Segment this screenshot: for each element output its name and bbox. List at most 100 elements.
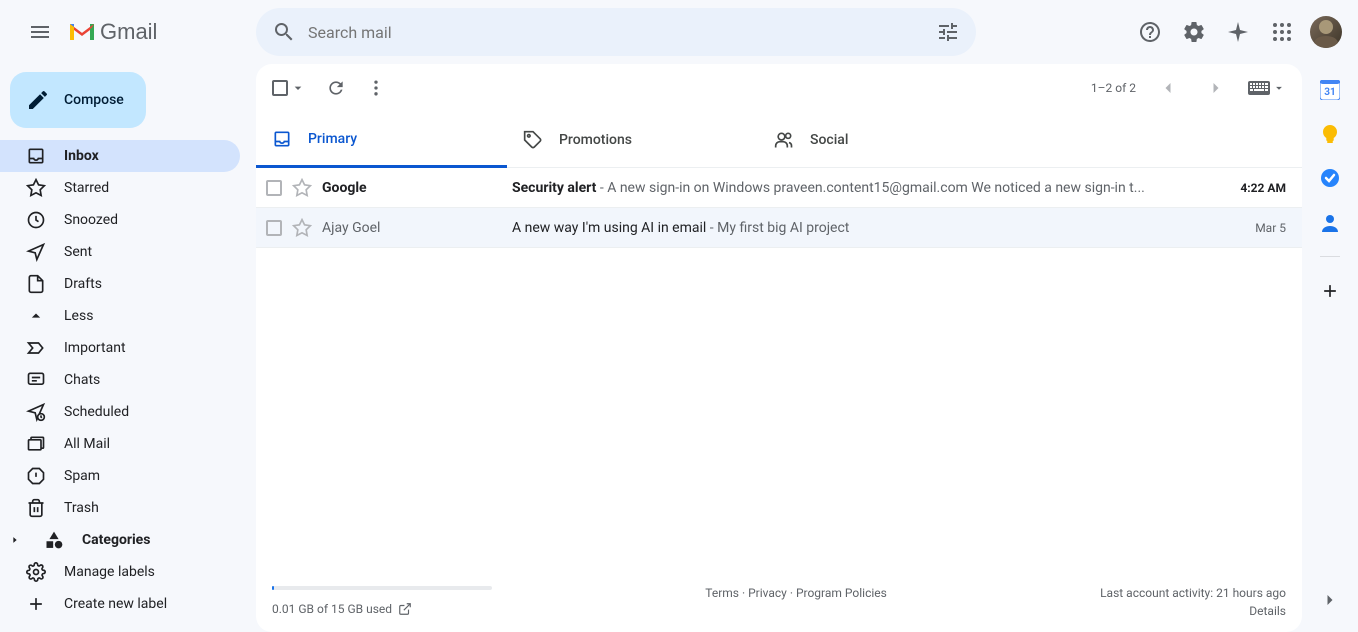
open-in-new-icon[interactable] — [398, 602, 412, 616]
tag-icon — [523, 130, 543, 150]
star-button[interactable] — [292, 178, 312, 198]
header: Gmail — [0, 0, 1358, 64]
tab-primary[interactable]: Primary — [256, 112, 507, 168]
email-subject: A new way I'm using AI in email — [512, 220, 706, 236]
email-subject-wrap: Security alert - A new sign-in on Window… — [512, 180, 1216, 196]
keep-app-button[interactable] — [1320, 124, 1340, 144]
contacts-app-button[interactable] — [1320, 212, 1340, 232]
main-menu-button[interactable] — [16, 8, 64, 56]
sidebar-item-label: Snoozed — [64, 212, 118, 228]
footer-links: Terms · Privacy · Program Policies — [705, 586, 887, 600]
gmail-logo[interactable]: Gmail — [68, 19, 157, 45]
support-button[interactable] — [1130, 12, 1170, 52]
search-icon — [272, 20, 296, 44]
star-icon — [26, 178, 46, 198]
apps-grid-icon — [1270, 20, 1294, 44]
gemini-button[interactable] — [1218, 12, 1258, 52]
tab-label: Social — [810, 132, 848, 148]
sidebar-item-label: Trash — [64, 500, 99, 516]
sidebar-item-label: All Mail — [64, 436, 110, 452]
input-tools-button[interactable] — [1248, 81, 1286, 95]
storage-bar — [272, 586, 492, 590]
email-snippet: - My first big AI project — [710, 220, 850, 236]
tab-promotions[interactable]: Promotions — [507, 112, 758, 167]
star-button[interactable] — [292, 218, 312, 238]
sidebar-item-all-mail[interactable]: All Mail — [0, 428, 240, 460]
spam-icon — [26, 466, 46, 486]
more-vert-icon — [366, 78, 386, 98]
more-button[interactable] — [366, 78, 386, 98]
email-list: Google Security alert - A new sign-in on… — [256, 168, 1302, 572]
email-checkbox[interactable] — [266, 220, 282, 236]
sidebar: Compose Inbox Starred Snoozed Sent Draft… — [0, 64, 256, 632]
tab-social[interactable]: Social — [758, 112, 1009, 167]
email-subject: Security alert — [512, 180, 596, 196]
sidebar-item-spam[interactable]: Spam — [0, 460, 240, 492]
search-input[interactable] — [304, 23, 928, 42]
hamburger-icon — [28, 20, 52, 44]
sidebar-item-important[interactable]: Important — [0, 332, 240, 364]
calendar-app-button[interactable]: 31 — [1320, 80, 1340, 100]
clock-icon — [26, 210, 46, 230]
chevron-right-icon — [1206, 78, 1226, 98]
google-apps-button[interactable] — [1262, 12, 1302, 52]
tune-icon — [936, 20, 960, 44]
refresh-button[interactable] — [326, 78, 346, 98]
tab-label: Primary — [308, 131, 357, 147]
chevron-right-icon — [1320, 590, 1340, 610]
account-avatar[interactable] — [1310, 16, 1342, 48]
footer-activity: Last account activity: 21 hours ago Deta… — [1100, 586, 1286, 618]
settings-button[interactable] — [1174, 12, 1214, 52]
prev-page-button[interactable] — [1152, 72, 1184, 104]
email-snippet: - A new sign-in on Windows praveen.conte… — [600, 180, 1145, 196]
details-link[interactable]: Details — [1100, 604, 1286, 618]
search-button[interactable] — [264, 12, 304, 52]
footer-storage: 0.01 GB of 15 GB used — [272, 586, 492, 616]
sidebar-item-create-label[interactable]: Create new label — [0, 588, 240, 620]
sidebar-item-less[interactable]: Less — [0, 300, 240, 332]
categories-icon — [44, 530, 64, 550]
select-all[interactable] — [272, 80, 306, 96]
compose-button[interactable]: Compose — [10, 72, 146, 128]
header-right — [1130, 12, 1350, 52]
help-icon — [1138, 20, 1162, 44]
add-app-button[interactable] — [1320, 281, 1340, 301]
chevron-left-icon — [1158, 78, 1178, 98]
sidebar-item-manage-labels[interactable]: Manage labels — [0, 556, 240, 588]
privacy-link[interactable]: Privacy — [748, 586, 787, 600]
sidebar-item-starred[interactable]: Starred — [0, 172, 240, 204]
sidebar-item-chats[interactable]: Chats — [0, 364, 240, 396]
keyboard-icon — [1248, 81, 1270, 95]
search-bar — [256, 8, 976, 56]
dropdown-arrow-icon — [290, 80, 306, 96]
sidebar-item-trash[interactable]: Trash — [0, 492, 240, 524]
email-row[interactable]: Google Security alert - A new sign-in on… — [256, 168, 1302, 208]
terms-link[interactable]: Terms — [705, 586, 739, 600]
refresh-icon — [326, 78, 346, 98]
sidebar-item-snoozed[interactable]: Snoozed — [0, 204, 240, 236]
sidebar-item-categories[interactable]: Categories — [0, 524, 240, 556]
calendar-icon: 31 — [1320, 80, 1340, 100]
important-icon — [26, 338, 46, 358]
star-outline-icon — [292, 218, 312, 238]
next-page-button[interactable] — [1200, 72, 1232, 104]
header-left: Gmail — [8, 8, 256, 56]
sidebar-item-sent[interactable]: Sent — [0, 236, 240, 268]
main: 1–2 of 2 Primary Promotions — [256, 64, 1302, 632]
gmail-logo-icon — [68, 21, 96, 43]
sidebar-item-scheduled[interactable]: Scheduled — [0, 396, 240, 428]
email-row[interactable]: Ajay Goel A new way I'm using AI in emai… — [256, 208, 1302, 248]
sidebar-item-drafts[interactable]: Drafts — [0, 268, 240, 300]
star-outline-icon — [292, 178, 312, 198]
policies-link[interactable]: Program Policies — [796, 586, 887, 600]
activity-text: Last account activity: 21 hours ago — [1100, 586, 1286, 600]
email-date: 4:22 AM — [1226, 181, 1286, 195]
sidebar-item-label: Starred — [64, 180, 109, 196]
sidebar-item-label: Inbox — [64, 148, 99, 164]
sidebar-item-inbox[interactable]: Inbox — [0, 140, 240, 172]
hide-panel-button[interactable] — [1314, 584, 1346, 616]
email-checkbox[interactable] — [266, 180, 282, 196]
sidebar-item-label: Chats — [64, 372, 100, 388]
search-options-button[interactable] — [928, 12, 968, 52]
tasks-app-button[interactable] — [1320, 168, 1340, 188]
